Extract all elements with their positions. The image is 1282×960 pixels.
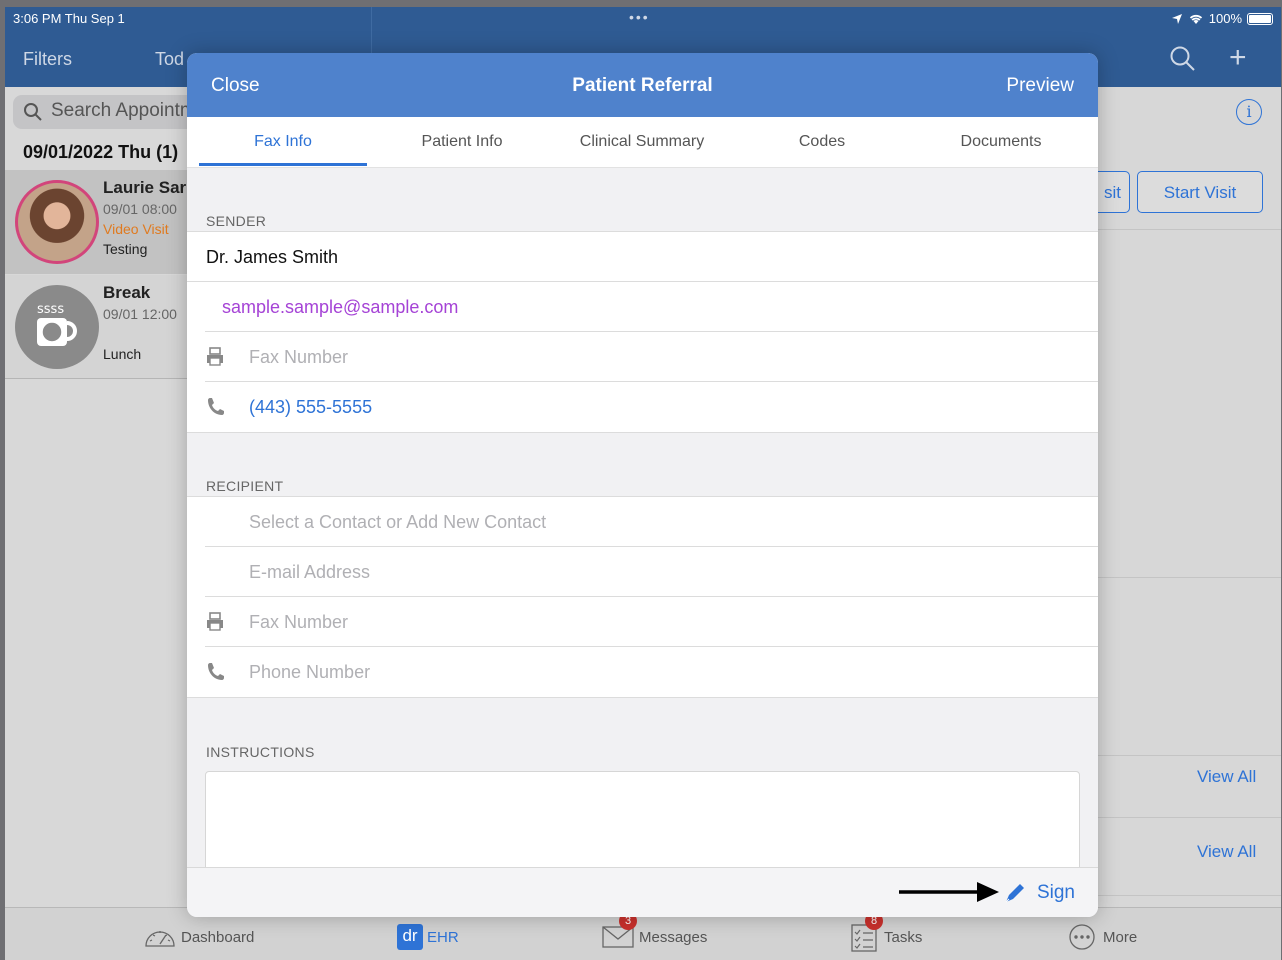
phone-icon: [208, 398, 224, 415]
break-coffee-icon: ssss: [15, 285, 99, 369]
tab-dashboard[interactable]: Dashboard: [143, 924, 254, 950]
sender-name: Dr. James Smith: [206, 247, 339, 267]
sender-email-row[interactable]: sample.sample@sample.com: [205, 282, 1098, 332]
modal-header: Patient Referral Close Preview: [187, 53, 1098, 117]
recipient-phone-row[interactable]: Phone Number: [205, 647, 1098, 697]
avatar: [15, 180, 99, 264]
tab-ehr[interactable]: dr EHR: [397, 924, 459, 950]
video-visit-label: sit: [1104, 183, 1121, 202]
tab-label: Messages: [639, 928, 708, 946]
sender-phone-row[interactable]: (443) 555-5555: [205, 382, 1098, 432]
tab-documents[interactable]: Documents: [917, 133, 1085, 151]
divider: [1097, 895, 1281, 896]
tasks-icon: 8: [850, 912, 883, 952]
messages-icon: 3: [601, 912, 637, 950]
search-icon[interactable]: [1169, 45, 1197, 73]
recipient-label: RECIPIENT: [206, 478, 284, 494]
divider: [1097, 817, 1281, 818]
battery-percent: 100%: [1208, 11, 1242, 26]
appointment-name: Break: [103, 283, 151, 302]
modal-footer: Sign: [187, 867, 1098, 917]
patient-referral-modal: Patient Referral Close Preview Fax Info …: [187, 53, 1098, 917]
recipient-group: Select a Contact or Add New Contact E-ma…: [187, 496, 1098, 698]
wifi-icon: [1189, 14, 1202, 24]
tab-messages[interactable]: 3 Messages: [601, 912, 708, 950]
tab-clinical-summary[interactable]: Clinical Summary: [558, 133, 726, 151]
instructions-label: INSTRUCTIONS: [206, 744, 315, 760]
recipient-fax-row[interactable]: Fax Number: [205, 597, 1098, 647]
appointment-type: Video Visit: [103, 221, 169, 237]
divider: [1097, 229, 1281, 230]
tab-tasks[interactable]: 8 Tasks: [850, 912, 923, 952]
phone-icon: [208, 663, 224, 680]
divider: [1097, 755, 1281, 756]
divider: [1097, 577, 1281, 578]
view-all-link[interactable]: View All: [1197, 767, 1256, 787]
tab-more[interactable]: More: [1065, 924, 1137, 950]
search-placeholder: Search Appointm: [51, 100, 196, 121]
tab-fax-info[interactable]: Fax Info: [199, 133, 367, 151]
date-header: 09/01/2022 Thu (1): [23, 142, 179, 162]
ehr-icon: dr: [397, 924, 423, 950]
location-icon: [1171, 13, 1182, 24]
tab-label: More: [1103, 928, 1138, 946]
sender-email: sample.sample@sample.com: [222, 297, 459, 317]
sender-phone: (443) 555-5555: [249, 397, 373, 417]
preview-button[interactable]: Preview: [1006, 75, 1074, 97]
sign-button[interactable]: Sign: [1003, 881, 1075, 905]
appointment-time: 09/01 08:00: [103, 201, 177, 217]
recipient-email-input: E-mail Address: [249, 562, 371, 582]
multitasking-dots[interactable]: •••: [629, 9, 650, 25]
add-icon[interactable]: +: [1229, 41, 1247, 75]
status-right: 100%: [1171, 11, 1273, 26]
sender-fax-row[interactable]: Fax Number: [205, 332, 1098, 382]
tab-label: EHR: [427, 928, 459, 946]
instructions-textarea[interactable]: [205, 771, 1080, 881]
sender-name-row[interactable]: Dr. James Smith: [187, 232, 1098, 282]
battery-icon: [1247, 12, 1273, 25]
info-icon[interactable]: i: [1236, 99, 1262, 125]
appointment-name: Laurie Sar: [103, 178, 187, 197]
sign-label: Sign: [1036, 882, 1075, 903]
pen-icon: [1005, 884, 1024, 903]
recipient-contact-row[interactable]: Select a Contact or Add New Contact: [205, 497, 1098, 547]
tab-codes[interactable]: Codes: [738, 133, 906, 151]
dashboard-icon: [145, 931, 175, 947]
sender-group: Dr. James Smith sample.sample@sample.com…: [187, 231, 1098, 433]
start-visit-button[interactable]: Start Visit: [1137, 171, 1263, 213]
fax-icon: [207, 612, 223, 631]
sender-fax-input: Fax Number: [249, 347, 349, 367]
svg-text:ssss: ssss: [37, 302, 64, 317]
more-icon: [1069, 924, 1095, 950]
filters-button[interactable]: Filters: [23, 49, 72, 70]
appointment-time: 09/01 12:00: [103, 306, 177, 322]
tab-label: Dashboard: [181, 928, 255, 946]
status-time: 3:06 PM Thu Sep 1: [13, 11, 125, 26]
segment-tabs: Fax Info Patient Info Clinical Summary C…: [187, 117, 1098, 168]
search-icon: [24, 103, 42, 121]
tab-label: Tasks: [884, 928, 923, 946]
view-all-link[interactable]: View All: [1197, 842, 1256, 862]
appointment-note: Testing: [103, 241, 148, 257]
active-tab-indicator: [199, 163, 367, 166]
arrow-annotation: [899, 882, 999, 902]
fax-icon: [207, 347, 223, 366]
sender-label: SENDER: [206, 213, 267, 229]
recipient-phone-input: Phone Number: [249, 662, 371, 682]
tab-patient-info[interactable]: Patient Info: [378, 133, 546, 151]
recipient-contact-input: Select a Contact or Add New Contact: [249, 512, 547, 532]
today-button[interactable]: Tod: [155, 49, 184, 70]
recipient-email-row[interactable]: E-mail Address: [205, 547, 1098, 597]
close-button[interactable]: Close: [211, 75, 260, 97]
status-bar: 3:06 PM Thu Sep 1 ••• 100%: [5, 7, 1281, 31]
recipient-fax-input: Fax Number: [249, 612, 349, 632]
ipad-screen: 3:06 PM Thu Sep 1 ••• 100% Filters Tod +…: [5, 7, 1281, 960]
appointment-note: Lunch: [103, 346, 142, 362]
modal-title: Patient Referral: [572, 75, 713, 96]
